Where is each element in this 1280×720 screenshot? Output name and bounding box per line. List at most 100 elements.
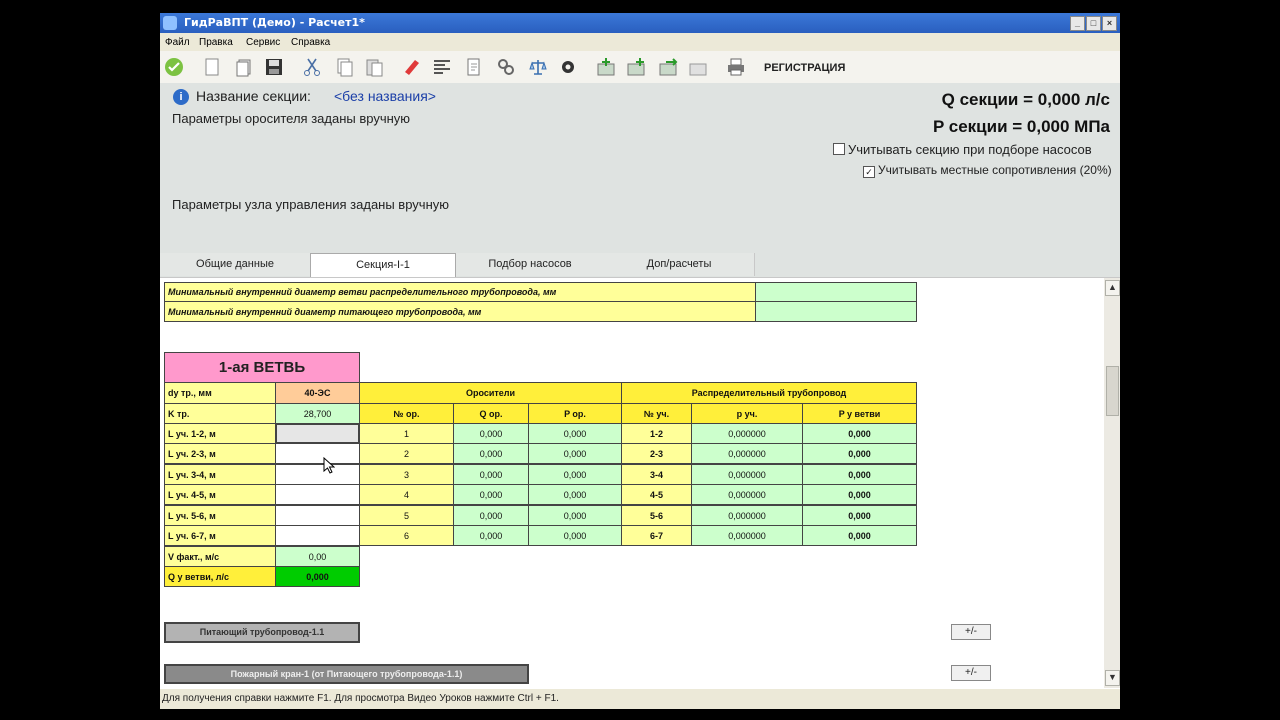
pump-selection-checkbox[interactable]: Учитывать секцию при подборе насосов: [833, 142, 1092, 157]
new-document-icon[interactable]: [202, 57, 222, 77]
sprinkler-q-cell: 0,000: [453, 443, 529, 464]
branch-p-cell: 0,000: [802, 525, 917, 546]
sprinkler-q-cell: 0,000: [453, 525, 529, 546]
cut-icon[interactable]: [302, 57, 322, 77]
segment-p-cell: 0,000000: [691, 423, 803, 444]
k-value: 28,700: [275, 403, 360, 424]
local-resistance-checkbox[interactable]: ✓ Учитывать местные сопротивления (20%): [863, 163, 1112, 178]
align-text-icon[interactable]: [432, 57, 452, 77]
balance-scale-icon[interactable]: [528, 57, 548, 77]
sprinkler-p-cell: 0,000: [528, 505, 622, 526]
q-branch-value: 0,000: [275, 566, 360, 587]
minimize-button[interactable]: _: [1070, 16, 1085, 31]
info-icon[interactable]: i: [173, 89, 189, 105]
edit-document-icon[interactable]: [464, 57, 484, 77]
section-name-value[interactable]: <без названия>: [334, 88, 436, 104]
open-document-icon[interactable]: [234, 57, 254, 77]
apply-icon[interactable]: [164, 57, 184, 77]
branch-p-cell: 0,000: [802, 443, 917, 464]
sprinkler-no-cell: 4: [359, 484, 454, 505]
sprinkler-params-text: Параметры оросителя заданы вручную: [172, 111, 411, 126]
menu-edit[interactable]: Правка: [199, 37, 233, 48]
copy-icon[interactable]: [334, 57, 354, 77]
vertical-scrollbar[interactable]: ▲ ▼: [1104, 278, 1120, 688]
min-supply-diameter-label: Минимальный внутренний диаметр питающего…: [164, 301, 756, 322]
menu-help[interactable]: Справка: [291, 37, 330, 48]
branch-title: 1-ая ВЕТВЬ: [164, 352, 360, 383]
p-section-value: P секции = 0,000 МПа: [933, 117, 1110, 136]
col-sprinkler-q: Q ор.: [453, 403, 529, 424]
eraser-icon[interactable]: [402, 57, 422, 77]
menu-service[interactable]: Сервис: [246, 37, 280, 48]
fire-hydrant-button[interactable]: Пожарный кран-1 (от Питающего трубопрово…: [164, 664, 529, 684]
menu-file[interactable]: Файл: [165, 37, 190, 48]
gear-icon[interactable]: [558, 57, 578, 77]
local-resistance-label: Учитывать местные сопротивления (20%): [878, 163, 1112, 177]
status-text: Для получения справки нажмите F1. Для пр…: [162, 693, 559, 704]
segment-no-cell: 5-6: [621, 505, 692, 526]
section-info-panel: i Название секции: <без названия> Параме…: [160, 83, 1120, 253]
branch-p-cell: 0,000: [802, 464, 917, 485]
save-icon[interactable]: [264, 57, 284, 77]
sprinkler-p-cell: 0,000: [528, 443, 622, 464]
menu-bar: Файл Правка Сервис Справка: [160, 33, 1120, 51]
maximize-button[interactable]: □: [1086, 16, 1101, 31]
dy-value[interactable]: 40-ЭС: [275, 382, 360, 404]
print-icon[interactable]: [726, 57, 746, 77]
k-label: K тр.: [164, 403, 276, 424]
segment-label: L уч. 2-3, м: [164, 443, 276, 464]
col-sprinkler-p: P ор.: [528, 403, 622, 424]
tab-general-data[interactable]: Общие данные: [160, 253, 311, 276]
min-supply-diameter-input[interactable]: [755, 301, 917, 322]
sprinkler-q-cell: 0,000: [453, 505, 529, 526]
sprinkler-p-cell: 0,000: [528, 464, 622, 485]
sprinkler-p-cell: 0,000: [528, 484, 622, 505]
toggle-hydrant-button[interactable]: +/-: [951, 665, 991, 681]
sprinklers-header: Оросители: [359, 382, 622, 404]
link-icon[interactable]: [496, 57, 516, 77]
branch-p-cell: 0,000: [802, 423, 917, 444]
toolbar: РЕГИСТРАЦИЯ: [160, 51, 1120, 84]
remove-section-icon[interactable]: [688, 57, 708, 77]
close-button[interactable]: ×: [1102, 16, 1117, 31]
min-branch-diameter-input[interactable]: [755, 282, 917, 302]
scroll-down-icon[interactable]: ▼: [1105, 670, 1120, 686]
segment-length-input[interactable]: [275, 484, 360, 505]
segment-p-cell: 0,000000: [691, 505, 803, 526]
segment-length-input[interactable]: [275, 443, 360, 464]
sprinkler-no-cell: 5: [359, 505, 454, 526]
sprinkler-p-cell: 0,000: [528, 525, 622, 546]
app-icon: [163, 16, 177, 30]
add-section-icon[interactable]: [596, 57, 616, 77]
sprinkler-q-cell: 0,000: [453, 464, 529, 485]
branch-p-cell: 0,000: [802, 505, 917, 526]
app-window: ГидРаВПТ (Демо) - Расчет1* _ □ × Файл Пр…: [160, 13, 1120, 709]
v-fact-value: 0,00: [275, 546, 360, 567]
segment-length-input[interactable]: [275, 525, 360, 546]
tab-section[interactable]: Секция-I-1: [310, 253, 456, 277]
segment-label: L уч. 1-2, м: [164, 423, 276, 444]
scroll-up-icon[interactable]: ▲: [1105, 280, 1120, 296]
status-bar: Для получения справки нажмите F1. Для пр…: [160, 689, 1120, 709]
registration-button[interactable]: РЕГИСТРАЦИЯ: [764, 62, 845, 74]
tab-pump-selection[interactable]: Подбор насосов: [456, 253, 605, 276]
add-branch-icon[interactable]: [626, 57, 646, 77]
segment-no-cell: 1-2: [621, 423, 692, 444]
window-title: ГидРаВПТ (Демо) - Расчет1*: [184, 16, 365, 29]
segment-length-input[interactable]: [275, 423, 360, 444]
paste-icon[interactable]: [364, 57, 384, 77]
tab-bar: Общие данные Секция-I-1 Подбор насосов Д…: [160, 253, 1120, 278]
col-branch-p: P у ветви: [802, 403, 917, 424]
scroll-thumb[interactable]: [1106, 366, 1119, 416]
toggle-supply-button[interactable]: +/-: [951, 624, 991, 640]
segment-no-cell: 2-3: [621, 443, 692, 464]
segment-length-input[interactable]: [275, 505, 360, 526]
tab-additional-calcs[interactable]: Доп/расчеты: [604, 253, 755, 276]
control-node-params-text: Параметры узла управления заданы вручную: [172, 197, 449, 212]
segment-length-input[interactable]: [275, 464, 360, 485]
segment-label: L уч. 6-7, м: [164, 525, 276, 546]
supply-pipeline-button[interactable]: Питающий трубопровод-1.1: [164, 622, 360, 643]
checkbox-unchecked-icon: [833, 143, 845, 155]
segment-label: L уч. 3-4, м: [164, 464, 276, 485]
move-section-icon[interactable]: [658, 57, 678, 77]
